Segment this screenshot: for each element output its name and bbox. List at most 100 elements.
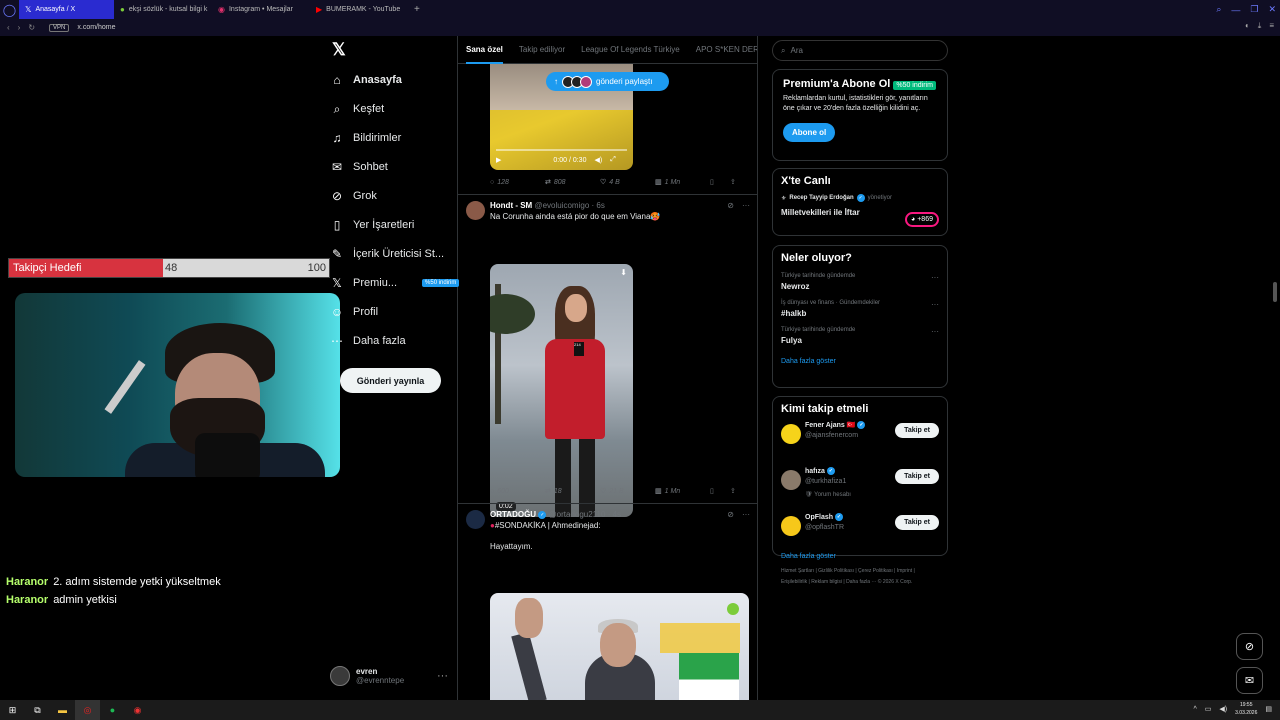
post-button[interactable]: Gönderi yayınla: [340, 368, 441, 393]
more-icon[interactable]: ···: [931, 300, 939, 309]
minimize-icon[interactable]: —: [1231, 5, 1240, 15]
obs-icon[interactable]: ◉: [125, 700, 150, 720]
spotify-icon[interactable]: ●: [100, 700, 125, 720]
views-button[interactable]: ▥ 1 Mn: [655, 178, 710, 187]
like-button[interactable]: ♡ 4 B: [600, 178, 655, 187]
post-author[interactable]: Hondt - SM: [490, 201, 532, 210]
repost-button[interactable]: ⇄ 808: [545, 178, 600, 187]
post-time[interactable]: 6s: [596, 201, 604, 210]
footer-links[interactable]: Hizmet Şartları | Gizlilik Politikası | …: [781, 566, 941, 588]
suggestion-item[interactable]: Fener Ajans 🇹🇷 ✓ @ajansfenercom Takip et: [781, 421, 939, 461]
subscribe-button[interactable]: Abone ol: [783, 123, 836, 142]
nav-creator-studio[interactable]: ✎ İçerik Üreticisi St...: [330, 244, 444, 264]
reply-button[interactable]: ○ 600: [490, 488, 545, 495]
share-button[interactable]: ⇪: [730, 487, 750, 495]
page-scrollbar[interactable]: [1273, 282, 1277, 302]
volume-icon[interactable]: ◀): [1219, 705, 1227, 713]
fullscreen-icon[interactable]: ⤢: [610, 156, 616, 164]
avatar[interactable]: [781, 470, 801, 490]
nav-profile[interactable]: ☺ Profil: [330, 302, 378, 322]
download-icon[interactable]: [727, 603, 739, 615]
tab-for-you[interactable]: Sana özel: [458, 36, 511, 64]
tab-lol-turkiye[interactable]: League Of Legends Türkiye: [573, 36, 688, 64]
views-button[interactable]: ▥ 1 Mn: [655, 487, 710, 496]
more-options-icon[interactable]: ···: [437, 670, 448, 682]
tab-x-home[interactable]: 𝕏 Anasayfa / X: [19, 0, 114, 19]
nav-notifications[interactable]: ♫ Bildirimler: [330, 128, 402, 148]
reload-icon[interactable]: ↻: [28, 23, 35, 32]
tab-following[interactable]: Takip ediliyor: [511, 36, 573, 64]
url-field[interactable]: x.com/home: [77, 24, 115, 31]
menu-icon[interactable]: ≡: [1269, 21, 1274, 31]
play-icon[interactable]: ▶: [496, 156, 501, 164]
search-input[interactable]: ⌕ Ara: [772, 40, 948, 61]
who-show-more[interactable]: Daha fazla göster: [781, 553, 939, 560]
download-icon[interactable]: ⬇: [620, 268, 627, 277]
chevron-up-icon[interactable]: ^: [1193, 706, 1196, 713]
nav-home[interactable]: ⌂ Anasayfa: [330, 70, 402, 90]
clock[interactable]: 19:55 3.03.2026: [1235, 701, 1257, 717]
grok-floating-button[interactable]: ⊘: [1236, 633, 1263, 660]
like-button[interactable]: ♡ 21 B: [600, 487, 655, 496]
share-button[interactable]: ⇪: [730, 178, 750, 186]
grok-icon[interactable]: ⊘: [727, 201, 734, 210]
trend-item[interactable]: İş dünyası ve finans · Gündemdekiler #hal…: [781, 300, 939, 318]
new-posts-pill[interactable]: ↑ gönderi paylaştı: [546, 72, 669, 91]
opera-logo-icon[interactable]: ◯: [0, 0, 19, 19]
new-tab-button[interactable]: +: [414, 4, 420, 15]
bookmark-button[interactable]: ▯: [710, 487, 730, 495]
suggestion-item[interactable]: OpFlash ✓ @opflashTR Takip et: [781, 513, 939, 553]
follow-button[interactable]: Takip et: [895, 469, 939, 484]
reply-button[interactable]: ○ 128: [490, 179, 545, 186]
avatar[interactable]: [466, 510, 485, 529]
notifications-icon[interactable]: ▤: [1265, 705, 1272, 713]
nav-grok[interactable]: ⊘ Grok: [330, 186, 377, 206]
trend-item[interactable]: Türkiye tarihinde gündemde Fulya ···: [781, 327, 939, 345]
live-host[interactable]: ⚜ Recep Tayyip Erdoğan ✓ yönetiyor: [781, 194, 939, 202]
nav-explore[interactable]: ⌕ Keşfet: [330, 99, 385, 119]
extensions-icon[interactable]: ◐: [1245, 21, 1250, 31]
nav-premium[interactable]: 𝕏 Premiu... %50 indirim: [330, 273, 460, 293]
more-icon[interactable]: ···: [742, 510, 750, 519]
task-view-icon[interactable]: ⧉: [25, 700, 50, 720]
post-author[interactable]: ORTADOĞU: [490, 510, 536, 519]
repost-button[interactable]: ⇄ 18: [545, 487, 600, 496]
volume-icon[interactable]: ◀): [594, 156, 602, 164]
video-progress[interactable]: [496, 149, 627, 151]
tab-youtube[interactable]: ▶ BUMERAMK - YouTube: [310, 0, 408, 19]
network-icon[interactable]: ▭: [1205, 705, 1212, 713]
trends-show-more[interactable]: Daha fazla göster: [781, 358, 939, 365]
trend-item[interactable]: Türkiye tarihinde gündemde Newroz ···: [781, 273, 939, 291]
nav-more[interactable]: ⋯ Daha fazla: [330, 331, 406, 351]
more-icon[interactable]: ···: [931, 327, 939, 336]
start-icon[interactable]: ⊞: [0, 700, 25, 720]
post-video[interactable]: 214 ⬇ 0:02: [490, 264, 633, 517]
avatar[interactable]: [781, 424, 801, 444]
nav-bookmarks[interactable]: ▯ Yer İşaretleri: [330, 215, 415, 235]
tab-instagram[interactable]: ◉ Instagram • Mesajlar: [212, 0, 310, 19]
back-icon[interactable]: ‹: [7, 23, 10, 32]
file-explorer-icon[interactable]: ▬: [50, 700, 75, 720]
forward-icon[interactable]: ›: [18, 23, 21, 32]
vpn-badge[interactable]: VPN: [49, 23, 70, 32]
post-image[interactable]: [490, 593, 749, 700]
follow-button[interactable]: Takip et: [895, 423, 939, 438]
opera-gx-icon[interactable]: ◎: [75, 700, 100, 720]
more-icon[interactable]: ···: [931, 273, 939, 282]
avatar[interactable]: [466, 201, 485, 220]
live-listeners[interactable]: ◕ +869: [904, 212, 939, 227]
account-switcher[interactable]: evren @evrenntepe ···: [330, 666, 448, 686]
nav-chat[interactable]: ✉ Sohbet: [330, 157, 388, 177]
post-time[interactable]: 4s: [613, 510, 621, 519]
tab-eksi[interactable]: ● ekşi sözlük - kutsal bilgi k: [114, 0, 212, 19]
search-tabs-icon[interactable]: ⌕: [1216, 4, 1221, 15]
download-icon[interactable]: ⤓: [1258, 21, 1262, 31]
x-logo-icon[interactable]: 𝕏: [332, 40, 346, 60]
suggestion-item[interactable]: hafıza ✓ @turkhafiza1 🛡 Yorum hesabı Tak…: [781, 467, 939, 507]
tab-apo-dernek[interactable]: APO S*KEN DERNE: [688, 36, 757, 64]
close-icon[interactable]: ✕: [1268, 4, 1276, 15]
avatar[interactable]: [781, 516, 801, 536]
post-handle[interactable]: @evoluicomigo: [534, 201, 589, 210]
follow-button[interactable]: Takip et: [895, 515, 939, 530]
post-handle[interactable]: @ortadogu2110: [549, 510, 606, 519]
